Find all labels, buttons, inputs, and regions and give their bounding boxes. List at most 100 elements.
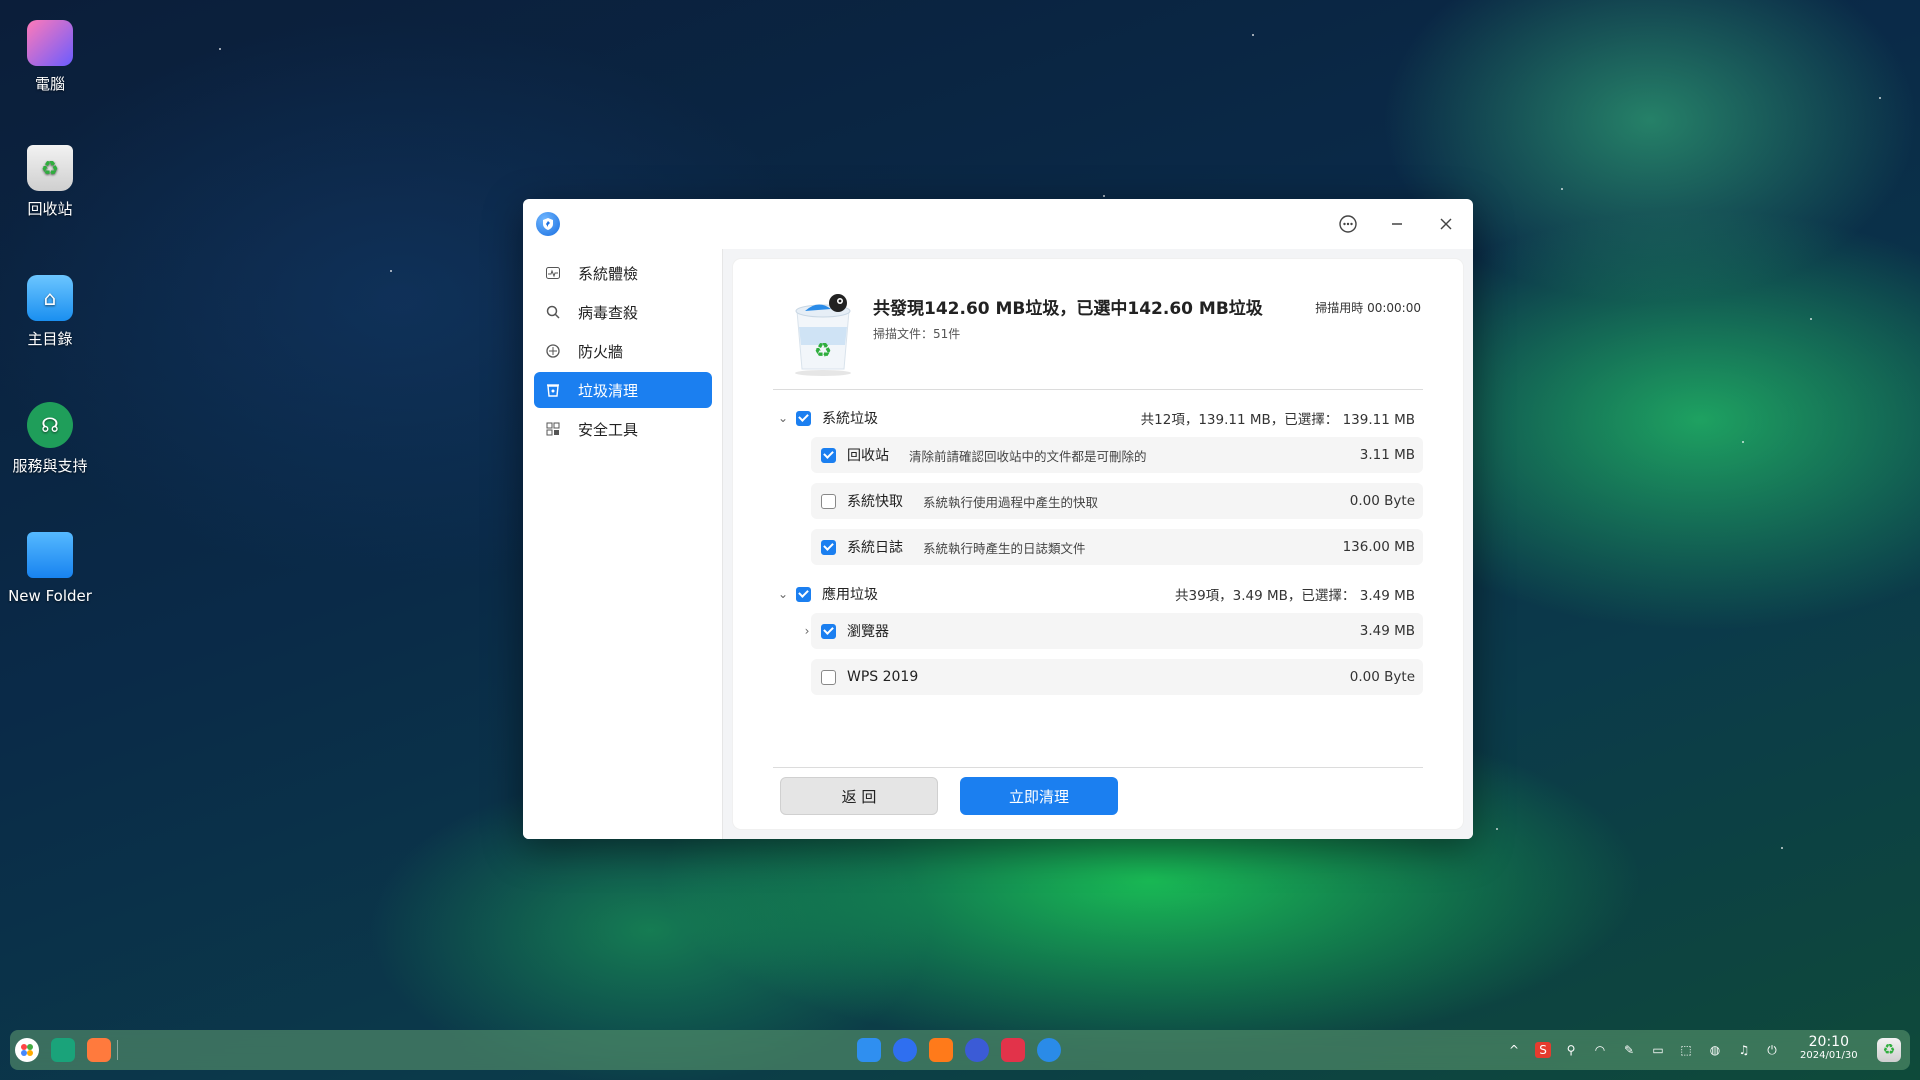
item-size: 3.11 MB [1359, 447, 1415, 463]
support-icon: ☊ [27, 402, 73, 448]
power-icon[interactable]: ⏻ [1764, 1042, 1780, 1058]
trash-tray-icon[interactable]: ♻ [1877, 1038, 1901, 1062]
network-icon[interactable]: ◠ [1592, 1042, 1608, 1058]
minimize-button[interactable] [1384, 211, 1410, 237]
security-shield-icon [536, 212, 560, 236]
scanned-files-count: 掃描文件：51件 [873, 327, 961, 341]
item-size: 3.49 MB [1359, 623, 1415, 639]
taskbar-separator [117, 1040, 118, 1060]
item-checkbox[interactable] [821, 447, 836, 463]
group-summary: 共12項，139.11 MB，已選擇： 139.11 MB [1140, 412, 1415, 428]
group-label: 系統垃圾 [822, 411, 878, 427]
sidebar-item-firewall[interactable]: 防火牆 [534, 333, 712, 369]
item-label: 回收站 [847, 448, 889, 464]
multitask-icon[interactable] [51, 1038, 75, 1062]
clean-now-button[interactable]: 立即清理 [960, 777, 1118, 815]
sidebar-item-trash-clean[interactable]: 垃圾清理 [534, 372, 712, 408]
item-row-recycle-bin[interactable]: 回收站 清除前請確認回收站中的文件都是可刪除的 3.11 MB [811, 437, 1423, 473]
group-checkbox[interactable] [796, 586, 811, 602]
sidebar-item-label: 垃圾清理 [578, 381, 639, 400]
item-size: 136.00 MB [1342, 539, 1415, 555]
trash-clean-icon [544, 381, 562, 399]
group-row-app-trash[interactable]: ⌄ 應用垃圾 共39項，3.49 MB，已選擇： 3.49 MB [773, 576, 1423, 612]
group-checkbox[interactable] [796, 410, 811, 426]
checkup-icon [544, 264, 562, 282]
item-row-system-cache[interactable]: 系統快取 系統執行使用過程中產生的快取 0.00 Byte [811, 483, 1423, 519]
item-description: 系統執行時產生的日誌類文件 [923, 540, 1086, 556]
desktop-icon-trash[interactable]: ♻ 回收站 [0, 145, 100, 220]
security-app-icon[interactable] [1037, 1038, 1061, 1062]
sidebar-item-tools[interactable]: 安全工具 [534, 411, 712, 447]
item-checkbox[interactable] [821, 539, 836, 555]
desktop-icon-label: New Folder [8, 587, 92, 605]
input-method-icon[interactable]: S [1535, 1042, 1551, 1058]
item-label: 系統快取 [847, 494, 903, 510]
volume-icon[interactable]: ◍ [1707, 1042, 1723, 1058]
item-row-system-log[interactable]: 系統日誌 系統執行時產生的日誌類文件 136.00 MB [811, 529, 1423, 565]
desktop-icon-label: 服務與支持 [12, 457, 88, 475]
item-row-browser[interactable]: › 瀏覽器 3.49 MB [805, 613, 1423, 649]
more-options-button[interactable] [1335, 211, 1361, 237]
chevron-down-icon[interactable]: ⌄ [773, 587, 793, 601]
notification-icon[interactable]: ♫ [1736, 1042, 1752, 1058]
usb-icon[interactable]: ⚲ [1563, 1042, 1579, 1058]
desktop-icon-label: 電腦 [34, 75, 65, 93]
item-checkbox[interactable] [821, 493, 836, 509]
computer-icon [27, 20, 73, 66]
desktop-icon-label: 回收站 [27, 200, 73, 218]
storage-icon[interactable]: ▭ [1650, 1042, 1666, 1058]
item-description: 系統執行使用過程中產生的快取 [923, 494, 1099, 510]
app-store-icon[interactable] [857, 1038, 881, 1062]
more-icon [1339, 215, 1357, 233]
desktop-icon-home[interactable]: ⌂ 主目錄 [0, 275, 100, 350]
file-manager-icon[interactable] [929, 1038, 953, 1062]
workspace-icon[interactable] [87, 1038, 111, 1062]
home-folder-icon: ⌂ [27, 275, 73, 321]
security-center-window: 系統體檢 病毒查殺 防火牆 垃圾清理 安全工具 ♻ 共發現142.60 MB垃圾… [523, 199, 1473, 839]
group-summary: 共39項，3.49 MB，已選擇： 3.49 MB [1175, 588, 1415, 604]
group-label: 應用垃圾 [822, 587, 878, 603]
item-label: WPS 2019 [847, 669, 919, 685]
tools-icon [544, 420, 562, 438]
scan-duration: 掃描用時 00:00:00 [1315, 301, 1421, 315]
terminal-icon[interactable] [1001, 1038, 1025, 1062]
group-row-system-trash[interactable]: ⌄ 系統垃圾 共12項，139.11 MB，已選擇： 139.11 MB [773, 400, 1423, 436]
pen-icon[interactable]: ✎ [1621, 1042, 1637, 1058]
desktop-icon-support[interactable]: ☊ 服務與支持 [0, 402, 100, 477]
item-label: 瀏覽器 [847, 624, 889, 640]
sidebar-item-label: 安全工具 [578, 420, 639, 439]
desktop-icon-new-folder[interactable]: New Folder [0, 532, 100, 607]
tray-expand-icon[interactable]: ^ [1506, 1042, 1522, 1058]
divider [773, 389, 1423, 390]
clock[interactable]: 20:10 2024/01/30 [1800, 1034, 1858, 1061]
chevron-right-icon[interactable]: › [797, 624, 817, 638]
trash-clean-panel: ♻ 共發現142.60 MB垃圾，已選中142.60 MB垃圾 掃描文件：51件… [733, 259, 1463, 829]
divider [773, 767, 1423, 768]
minimize-icon [1392, 223, 1402, 225]
svg-text:♻: ♻ [814, 338, 832, 362]
settings-icon[interactable] [965, 1038, 989, 1062]
sidebar-item-checkup[interactable]: 系統體檢 [534, 255, 712, 291]
close-button[interactable] [1433, 211, 1459, 237]
folder-icon [27, 532, 73, 578]
close-icon [1440, 218, 1452, 230]
browser-icon[interactable] [893, 1038, 917, 1062]
item-checkbox[interactable] [821, 669, 836, 685]
item-checkbox[interactable] [821, 623, 836, 639]
sidebar-item-label: 系統體檢 [578, 264, 639, 283]
back-button[interactable]: 返 回 [780, 777, 938, 815]
desktop-icon-computer[interactable]: 電腦 [0, 20, 100, 95]
clock-time: 20:10 [1808, 1034, 1849, 1050]
item-row-wps[interactable]: WPS 2019 0.00 Byte [811, 659, 1423, 695]
sidebar: 系統體檢 病毒查殺 防火牆 垃圾清理 安全工具 [523, 249, 723, 839]
launcher-icon[interactable] [15, 1038, 39, 1062]
desktop-icon-label: 主目錄 [27, 330, 73, 348]
taskbar: ^ S ⚲ ◠ ✎ ▭ ⬚ ◍ ♫ ⏻ 20:10 2024/01/30 ♻ [10, 1030, 1910, 1070]
screenshot-icon[interactable]: ⬚ [1678, 1042, 1694, 1058]
chevron-down-icon[interactable]: ⌄ [773, 411, 793, 425]
clock-date: 2024/01/30 [1800, 1050, 1858, 1061]
item-description: 清除前請確認回收站中的文件都是可刪除的 [909, 448, 1147, 464]
firewall-icon [544, 342, 562, 360]
item-size: 0.00 Byte [1349, 493, 1415, 509]
sidebar-item-virus-scan[interactable]: 病毒查殺 [534, 294, 712, 330]
